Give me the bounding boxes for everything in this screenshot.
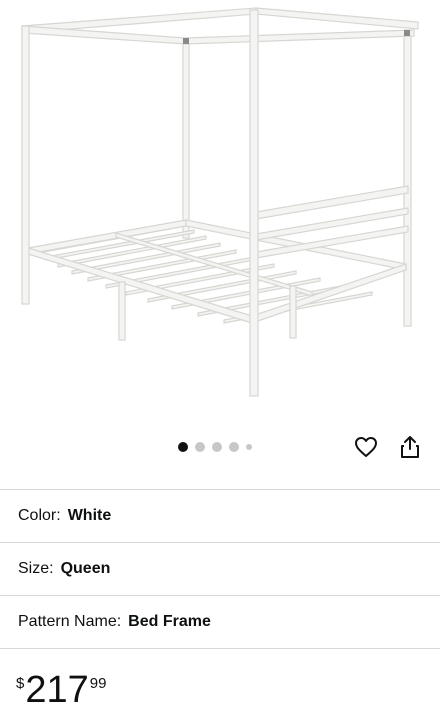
wishlist-button[interactable] [352, 433, 380, 461]
variation-pattern-row[interactable]: Pattern Name: Bed Frame [0, 595, 440, 647]
share-button[interactable] [396, 433, 424, 461]
pattern-value: Bed Frame [128, 612, 211, 630]
price: $ 217 99 [16, 670, 106, 710]
divider [0, 648, 440, 649]
price-fraction: 99 [89, 675, 107, 692]
carousel-dot-2[interactable] [195, 442, 205, 452]
product-image[interactable] [0, 0, 440, 420]
size-value: Queen [60, 559, 111, 577]
color-label: Color: [18, 506, 61, 524]
price-whole: 217 [25, 669, 89, 711]
carousel-dot-3[interactable] [212, 442, 222, 452]
heart-icon [355, 437, 377, 457]
carousel-dot-4[interactable] [229, 442, 239, 452]
variation-size-row[interactable]: Size: Queen [0, 542, 440, 594]
image-carousel-indicator[interactable] [178, 440, 252, 454]
size-label: Size: [18, 559, 54, 577]
pattern-label: Pattern Name: [18, 612, 122, 630]
price-currency-symbol: $ [16, 675, 25, 692]
share-icon [401, 436, 419, 458]
carousel-dot-5[interactable] [246, 444, 252, 450]
variation-color-row[interactable]: Color: White [0, 489, 440, 541]
color-value: White [67, 506, 112, 524]
carousel-dot-1[interactable] [178, 442, 188, 452]
canopy-bed-frame-image [21, 7, 419, 397]
